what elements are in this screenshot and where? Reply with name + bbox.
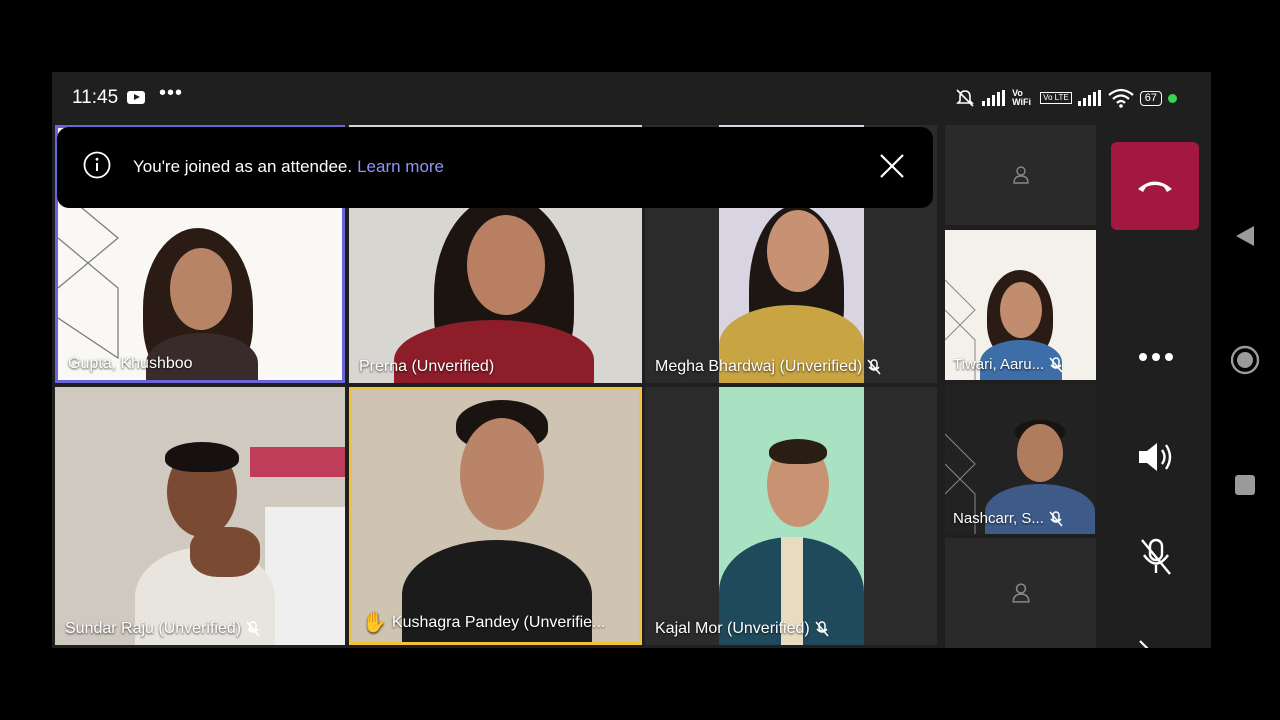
mic-off-icon <box>1049 510 1063 527</box>
home-icon[interactable] <box>1229 344 1261 376</box>
participant-tile-kajal[interactable]: Kajal Mor (Unverified) <box>645 387 937 645</box>
info-icon <box>83 151 111 179</box>
participant-face <box>170 248 232 330</box>
participant-face <box>1000 282 1042 338</box>
participant-name: ✋ Kushagra Pandey (Unverifie... <box>362 612 606 634</box>
participant-tile-sundar[interactable]: Sundar Raju (Unverified) <box>55 387 345 645</box>
rail-tile-empty-2[interactable] <box>945 538 1096 648</box>
rail-tile-empty-1[interactable] <box>945 125 1096 225</box>
rail-tile-nashcarr[interactable]: Nashcarr, S... <box>945 384 1096 534</box>
recents-icon[interactable] <box>1234 474 1256 496</box>
learn-more-link[interactable]: Learn more <box>357 157 444 176</box>
volte-label: Vo LTE <box>1040 92 1072 104</box>
status-bar: 11:45 ••• Vo WiFi Vo LTE 67 <box>52 72 1211 124</box>
participant-name: Gupta, Khushboo <box>68 355 193 372</box>
mic-off-icon <box>1049 356 1063 373</box>
rail-tile-tiwari[interactable]: Tiwari, Aaru... <box>945 230 1096 380</box>
participant-name: Megha Bhardwaj (Unverified) <box>655 358 881 376</box>
battery-level: 67 <box>1139 90 1162 106</box>
participant-face <box>1017 424 1063 482</box>
wifi-icon <box>1108 88 1134 108</box>
person-icon <box>1012 166 1029 184</box>
mic-off-icon <box>246 621 260 637</box>
hang-up-button[interactable] <box>1111 142 1199 230</box>
status-green-dot <box>1168 93 1177 103</box>
camera-button[interactable] <box>1128 634 1184 648</box>
close-icon[interactable] <box>879 153 905 179</box>
back-icon[interactable] <box>1234 224 1256 248</box>
person-icon <box>1011 583 1030 603</box>
participant-face <box>467 215 545 315</box>
more-icon <box>1139 353 1173 361</box>
dnd-bell-icon <box>956 89 975 107</box>
hang-up-icon <box>1138 181 1172 192</box>
speaker-icon <box>1139 443 1172 471</box>
participant-face <box>767 210 829 292</box>
participant-name: Tiwari, Aaru... <box>953 356 1063 373</box>
more-options-button[interactable] <box>1128 334 1184 380</box>
hand-raised-icon: ✋ <box>362 612 387 634</box>
app-screen: 11:45 ••• Vo WiFi Vo LTE 67 Gupta, Khush… <box>52 72 1211 648</box>
toast-message: You're joined as an attendee. Learn more <box>133 157 445 176</box>
participant-tile-kushagra[interactable]: ✋ Kushagra Pandey (Unverifie... <box>349 387 642 645</box>
participant-name: Prerna (Unverified) <box>359 358 495 375</box>
mic-off-icon <box>1141 538 1171 575</box>
mic-off-icon <box>815 621 829 637</box>
attendee-toast: You're joined as an attendee. Learn more <box>57 127 933 208</box>
status-time: 11:45 <box>72 87 119 108</box>
call-controls <box>1101 124 1211 648</box>
camera-off-icon <box>1138 640 1150 648</box>
participant-face <box>460 418 544 530</box>
signal-icon <box>982 90 1006 106</box>
participant-name: Sundar Raju (Unverified) <box>65 620 260 638</box>
mute-mic-button[interactable] <box>1128 534 1184 580</box>
participant-name: Nashcarr, S... <box>953 510 1063 527</box>
signal-icon-2 <box>1077 90 1101 106</box>
youtube-icon <box>127 91 145 104</box>
vowifi-label: Vo WiFi <box>1012 88 1032 107</box>
participant-name: Kajal Mor (Unverified) <box>655 620 829 638</box>
mic-off-icon <box>867 359 881 375</box>
status-more-icon: ••• <box>159 82 184 104</box>
speaker-button[interactable] <box>1128 434 1184 480</box>
status-icons: Vo WiFi Vo LTE 67 <box>954 86 1177 110</box>
